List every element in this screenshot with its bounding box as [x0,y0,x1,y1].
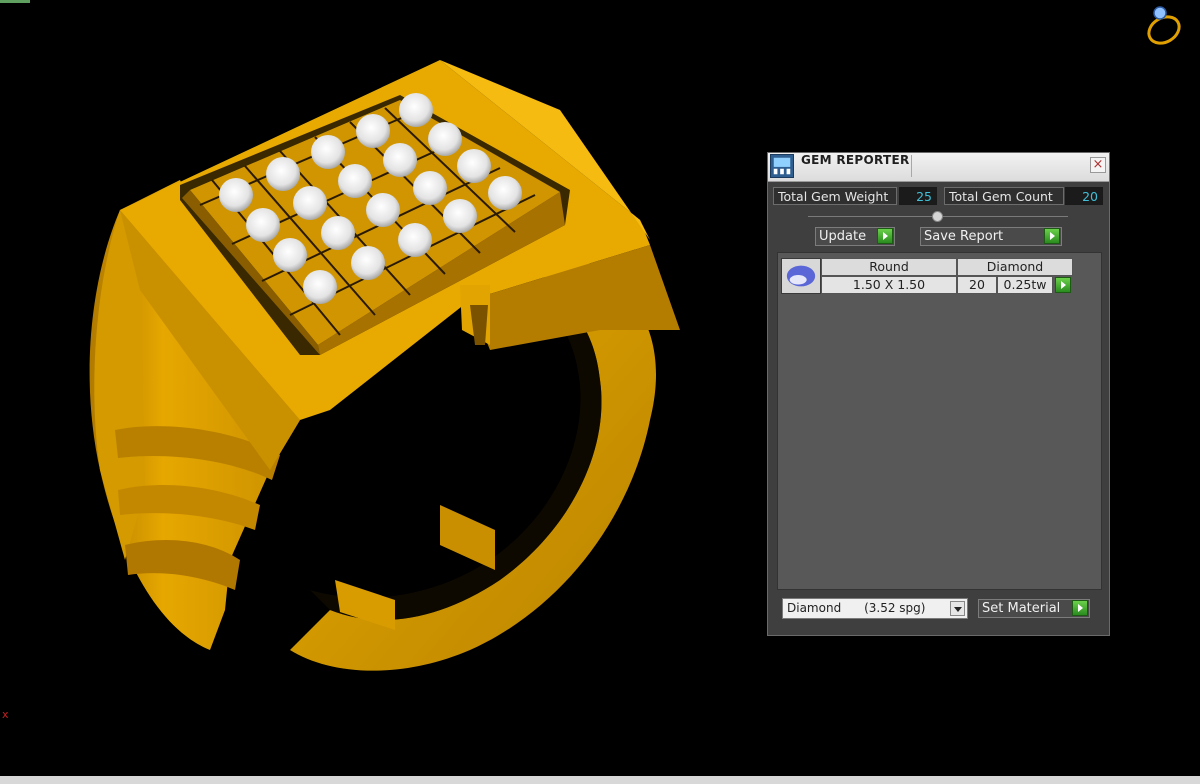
total-gem-weight-value: 25 [899,187,937,205]
save-report-play-icon [1044,228,1060,244]
gem-reporter-app-icon [770,154,794,178]
gem-material-cell: Diamond [957,258,1073,276]
gem-weight-cell: 0.25tw [997,276,1053,294]
gem-shape-cell: Round [821,258,957,276]
title-separator [911,155,912,177]
update-play-icon [877,228,893,244]
gem-row-play-icon[interactable] [1055,277,1071,293]
panel-title: GEM REPORTER [801,153,910,167]
round-gem-icon [781,258,821,294]
save-report-button[interactable]: Save Report [920,227,1062,246]
material-select-value: Diamond (3.52 spg) [787,601,926,615]
axis-x-marker: x [2,708,9,721]
total-gem-count-value: 20 [1065,187,1103,205]
status-strip [0,776,1200,784]
ring-logo-icon [1147,6,1181,45]
gem-reporter-panel: GEM REPORTER × Total Gem Weight 25 Total… [767,152,1110,636]
close-icon[interactable]: × [1090,157,1106,173]
gem-list[interactable]: Round Diamond 1.50 X 1.50 20 0.25tw [777,252,1102,590]
update-button-label: Update [819,229,867,244]
set-material-play-icon [1072,600,1088,616]
update-button[interactable]: Update [815,227,895,246]
set-material-button-label: Set Material [982,601,1061,616]
chevron-down-icon[interactable] [950,601,965,616]
panel-title-bar[interactable]: GEM REPORTER × [768,153,1109,182]
gem-size-cell: 1.50 X 1.50 [821,276,957,294]
set-material-button[interactable]: Set Material [978,599,1090,618]
gem-count-cell: 20 [957,276,997,294]
total-gem-weight-label: Total Gem Weight [773,187,897,205]
total-gem-count-label: Total Gem Count [944,187,1064,205]
save-report-button-label: Save Report [924,229,1004,244]
divider-collapse-knob[interactable] [932,211,943,222]
material-select[interactable]: Diamond (3.52 spg) [782,598,968,619]
